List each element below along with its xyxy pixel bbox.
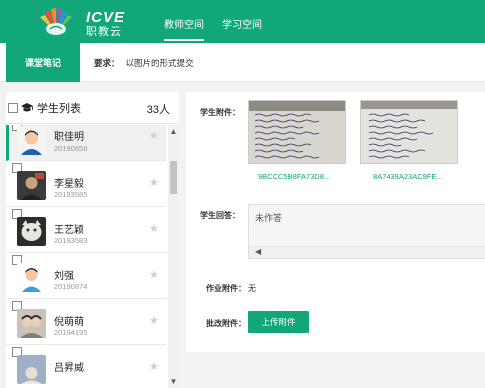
student-name: 倪萌萌 [54,317,84,328]
student-list-panel: 学生列表 33人 职佳明 20190858 ★ 李星毅 20193585 ★ 王… [6,92,179,388]
top-navigation-bar: ICVE 职教云 教师空间 学习空间 [0,0,485,43]
student-item-4[interactable]: 刘强 20190874 ★ [6,254,166,299]
attachment-thumbnail-1[interactable] [248,100,346,164]
star-icon[interactable]: ★ [149,360,159,373]
tab-class-notes[interactable]: 课堂笔记 [6,43,80,82]
homework-attachment-value: 无 [248,284,256,293]
star-icon[interactable]: ★ [149,176,159,189]
scroll-down-icon[interactable]: ▼ [168,377,179,386]
brand-bottom: 职教云 [86,26,122,38]
requirement-text: 以图片的形式提交 [125,58,194,68]
star-icon[interactable]: ★ [149,268,159,281]
student-id: 20194195 [54,328,88,337]
submission-detail-panel: 学生附件： 9BCCC5B8FA73D8... 8A7439A23AC9FE..… [186,92,485,352]
student-avatar [17,171,46,200]
attachment-name-2[interactable]: 8A7439A23AC9FE... [373,172,443,181]
student-id: 20190874 [54,282,88,291]
student-id: 20190858 [54,144,88,153]
attachment-thumbnail-2[interactable] [360,100,458,164]
student-item-5[interactable]: 倪萌萌 20194195 ★ [6,300,166,345]
answer-horizontal-scrollbar[interactable]: ◀ [249,246,485,258]
student-name: 刘强 [54,271,74,282]
student-list-title: 学生列表 [37,102,81,115]
student-avatar [17,309,46,338]
star-icon[interactable]: ★ [149,222,159,235]
student-answer-text: 未作答 [255,213,283,223]
student-list: 职佳明 20190858 ★ 李星毅 20193585 ★ 王艺颖 201935… [6,125,166,388]
select-all-checkbox[interactable] [8,102,18,113]
graduation-cap-icon [21,102,33,111]
student-item-1[interactable]: 职佳明 20190858 ★ [6,125,166,161]
student-name: 王艺颖 [54,225,84,236]
brand-name: ICVE 职教云 [86,10,125,38]
student-avatar [17,126,46,155]
nav-learning-space[interactable]: 学习空间 [222,16,262,31]
student-name: 李星毅 [54,179,84,190]
student-avatar [17,217,46,246]
student-list-header: 学生列表 33人 [6,92,179,124]
icve-logo-icon [40,8,72,35]
student-item-6[interactable]: 吕昇威 ★ [6,346,166,388]
sub-header: 课堂笔记 要求： 以图片的形式提交 [0,43,485,82]
student-answer-label: 学生回答： [200,211,240,220]
student-answer-box[interactable]: 未作答 ◀ [248,204,485,259]
student-avatar [17,355,46,384]
attachment-name-1[interactable]: 9BCCC5B8FA73D8... [258,172,330,181]
requirement: 要求： 以图片的形式提交 [94,57,194,69]
student-id: 20193585 [54,190,88,199]
student-id: 20193583 [54,236,88,245]
upload-attachment-button[interactable]: 上传附件 [248,311,309,333]
star-icon[interactable]: ★ [149,314,159,327]
brand-top: ICVE [86,9,126,26]
student-count: 33人 [146,104,170,116]
scrollbar-thumb[interactable] [170,161,177,194]
student-avatar [17,263,46,292]
student-item-3[interactable]: 王艺颖 20193583 ★ [6,208,166,253]
student-item-2[interactable]: 李星毅 20193585 ★ [6,162,166,207]
handwritten-notes-image [249,101,345,163]
student-list-scrollbar[interactable]: ▲ ▼ [168,125,179,388]
scroll-up-icon[interactable]: ▲ [168,127,179,136]
requirement-label: 要求： [94,58,120,68]
student-name: 吕昇威 [54,363,84,374]
nav-teacher-space[interactable]: 教师空间 [164,16,204,41]
handwritten-notes-image [361,101,457,163]
star-icon[interactable]: ★ [149,129,159,142]
grading-attachment-label: 批改附件： [206,319,246,328]
student-attachments-label: 学生附件： [200,108,240,117]
scroll-left-icon[interactable]: ◀ [255,247,261,256]
student-name: 职佳明 [54,132,84,143]
homework-attachment-label: 作业附件： [206,284,246,293]
